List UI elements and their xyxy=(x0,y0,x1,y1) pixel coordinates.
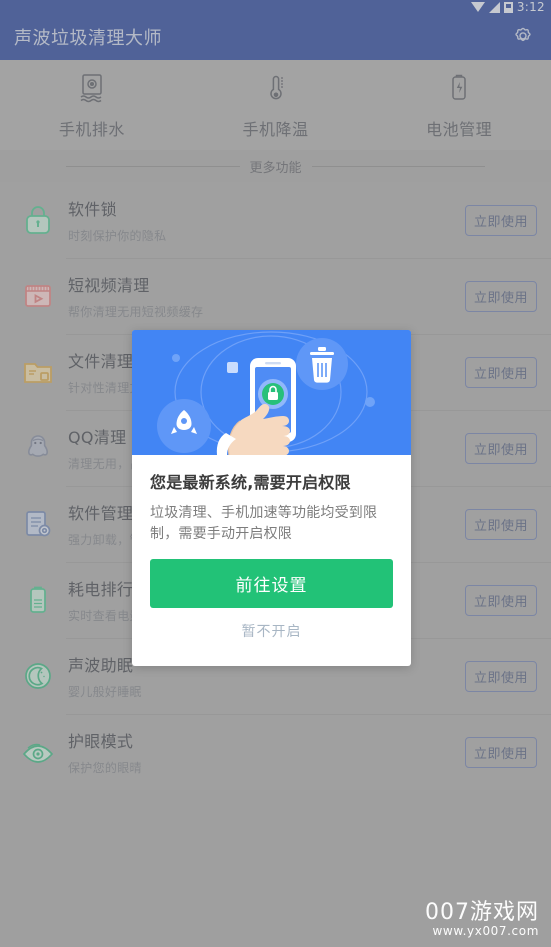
list-item-text: 护眼模式 保护您的眼晴 xyxy=(66,728,465,776)
video-icon xyxy=(10,279,66,313)
signal-icon xyxy=(488,1,500,13)
page-title: 声波垃圾清理大师 xyxy=(14,28,162,49)
qq-penguin-icon xyxy=(10,431,66,465)
section-label: 更多功能 xyxy=(249,160,302,176)
watermark-title: 007游戏网 xyxy=(425,899,539,925)
list-item-title: 护眼模式 xyxy=(68,732,134,751)
list-item-text: 软件锁 时刻保护你的隐私 xyxy=(66,196,465,244)
list-item[interactable]: 护眼模式 保护您的眼晴 立即使用 xyxy=(0,714,551,790)
divider-left xyxy=(66,165,240,167)
moon-icon xyxy=(10,659,66,693)
lock-icon xyxy=(10,203,66,237)
feature-tabs: 手机排水 手机降温 电池管理 xyxy=(0,60,551,150)
battery-icon xyxy=(503,1,513,13)
use-now-button[interactable]: 立即使用 xyxy=(464,204,537,236)
tab-label: 手机排水 xyxy=(58,120,125,139)
app-root: 3:12 声波垃圾清理大师 手机排水 手机降温 电池管理 更多功能 软件锁 时刻… xyxy=(0,0,551,947)
water-eject-icon xyxy=(77,72,107,104)
list-item-title: 短视频清理 xyxy=(68,276,150,295)
dialog-title: 您是最新系统,需要开启权限 xyxy=(150,473,351,492)
wifi-icon xyxy=(470,2,485,12)
list-item-text: 短视频清理 帮你清理无用短视频缓存 xyxy=(66,272,465,320)
tab-label: 电池管理 xyxy=(426,120,493,139)
status-bar: 3:12 xyxy=(0,0,551,14)
folder-icon xyxy=(10,355,66,389)
use-now-button[interactable]: 立即使用 xyxy=(464,660,537,692)
dialog-body: 您是最新系统,需要开启权限 垃圾清理、手机加速等功能均受到限制，需要手动开启权限… xyxy=(132,455,411,666)
list-item[interactable]: 短视频清理 帮你清理无用短视频缓存 立即使用 xyxy=(0,258,551,334)
watermark: 007游戏网 www.yx007.com xyxy=(425,900,539,939)
dialog-message: 垃圾清理、手机加速等功能均受到限制，需要手动开启权限 xyxy=(150,505,378,542)
use-now-button[interactable]: 立即使用 xyxy=(464,280,537,312)
status-time: 3:12 xyxy=(516,0,545,14)
divider-right xyxy=(311,165,486,167)
section-header-more-functions: 更多功能 xyxy=(0,150,551,182)
use-now-button[interactable]: 立即使用 xyxy=(464,356,537,388)
status-icons xyxy=(470,1,513,13)
app-bar: 声波垃圾清理大师 xyxy=(0,14,551,60)
battery-bolt-icon xyxy=(444,72,474,104)
not-now-button[interactable]: 暂不开启 xyxy=(150,608,393,656)
eye-icon xyxy=(10,735,66,769)
tab-water-eject[interactable]: 手机排水 xyxy=(0,72,184,140)
use-now-button[interactable]: 立即使用 xyxy=(464,508,537,540)
thermometer-icon xyxy=(261,72,291,104)
gear-icon[interactable] xyxy=(511,25,535,49)
use-now-button[interactable]: 立即使用 xyxy=(464,584,537,616)
tab-cooling[interactable]: 手机降温 xyxy=(184,72,368,140)
list-item-title: 软件锁 xyxy=(68,200,117,219)
list-item-subtitle: 帮你清理无用短视频缓存 xyxy=(68,305,204,319)
list-item-subtitle: 保护您的眼晴 xyxy=(68,761,142,775)
tab-label: 手机降温 xyxy=(242,120,309,139)
permission-dialog: 您是最新系统,需要开启权限 垃圾清理、手机加速等功能均受到限制，需要手动开启权限… xyxy=(132,330,411,666)
go-to-settings-button[interactable]: 前往设置 xyxy=(150,559,393,608)
list-item-subtitle: 时刻保护你的隐私 xyxy=(68,229,167,243)
hand-holding-phone-lock-illustration xyxy=(132,330,411,455)
use-now-button[interactable]: 立即使用 xyxy=(464,432,537,464)
battery-rank-icon xyxy=(10,583,66,617)
tab-battery-manage[interactable]: 电池管理 xyxy=(367,72,551,140)
list-item-subtitle: 婴儿般好睡眠 xyxy=(68,685,142,699)
use-now-button[interactable]: 立即使用 xyxy=(464,736,537,768)
app-manage-icon xyxy=(10,507,66,541)
watermark-url: www.yx007.com xyxy=(432,924,539,939)
list-item[interactable]: 软件锁 时刻保护你的隐私 立即使用 xyxy=(0,182,551,258)
